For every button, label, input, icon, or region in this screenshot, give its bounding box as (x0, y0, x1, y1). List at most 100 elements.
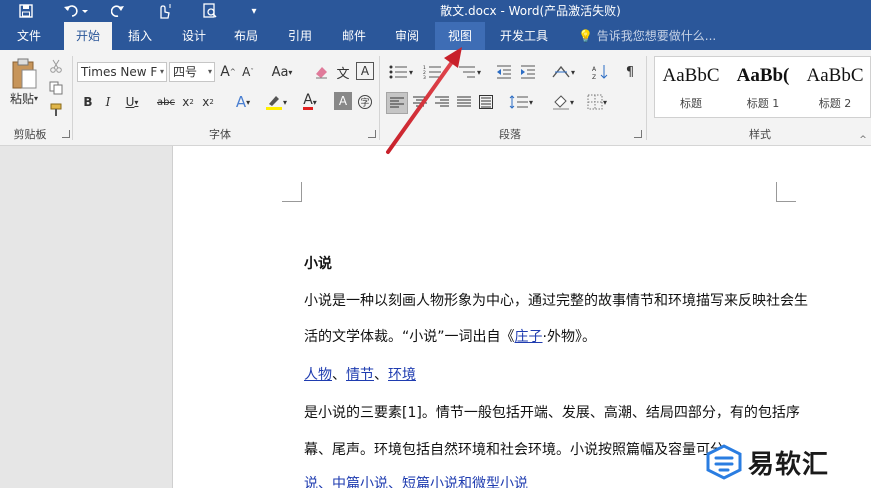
justify-icon[interactable] (454, 92, 474, 112)
tab-layout[interactable]: 布局 (222, 22, 270, 50)
shrink-font-icon[interactable]: Aˇ (239, 62, 257, 82)
font-name-value: Times New F (81, 65, 158, 79)
change-case-icon[interactable]: Aa ▾ (266, 62, 298, 82)
align-left-icon[interactable] (386, 92, 408, 114)
group-divider (646, 56, 647, 140)
numbering-icon[interactable]: 1 2 3 ▾ (420, 62, 450, 82)
crop-mark-left (282, 182, 302, 202)
style-name: 标题 2 (818, 97, 852, 110)
copy-icon[interactable] (46, 78, 66, 98)
separator: 、 (332, 367, 346, 383)
increase-indent-icon[interactable] (518, 62, 538, 82)
tell-me-text: 告诉我您想要做什么... (596, 29, 717, 43)
style-name: 标题 (680, 97, 702, 110)
window-title: 散文.docx - Word(产品激活失败) (440, 4, 621, 18)
format-painter-icon[interactable] (46, 100, 66, 120)
svg-text:3: 3 (423, 75, 426, 79)
text-run: ·外物》。 (542, 329, 596, 345)
decrease-indent-icon[interactable] (494, 62, 514, 82)
phonetic-guide-icon[interactable]: 文 (334, 62, 352, 82)
chinese-layout-icon[interactable]: ▾ (548, 62, 578, 82)
italic-icon[interactable]: I (100, 92, 116, 112)
show-marks-icon[interactable]: ¶ (620, 62, 640, 82)
paragraph-line: 活的文学体裁。“小说”一词出自《庄子·外物》。 (304, 326, 596, 346)
tab-insert[interactable]: 插入 (116, 22, 164, 50)
text-run: 活的文学体裁。“小说”一词出自《 (304, 329, 515, 345)
link-renwu[interactable]: 人物 (304, 367, 332, 383)
tab-developer[interactable]: 开发工具 (490, 22, 558, 50)
link-zhuangzi[interactable]: 庄子 (515, 329, 543, 345)
paragraph-launcher-icon[interactable] (634, 130, 642, 138)
borders-icon[interactable]: ▾ (582, 92, 612, 112)
style-sample: AaBbC (662, 65, 720, 86)
style-heading-1[interactable]: AaBb( 标题 1 (727, 57, 799, 117)
watermark-logo: 易软汇 (700, 438, 871, 488)
superscript-icon[interactable]: x2 (200, 92, 216, 112)
style-sample: AaBbC (806, 65, 864, 86)
font-color-icon[interactable]: A ▾ (296, 92, 324, 112)
distributed-icon[interactable] (476, 92, 496, 112)
character-shading-icon[interactable]: A (334, 92, 352, 110)
paragraph-line: 是小说的三要素[1]。情节一般包括开端、发展、高潮、结局四部分，有的包括序 (304, 405, 800, 421)
align-center-icon[interactable] (410, 92, 430, 112)
style-heading-2[interactable]: AaBbC 标题 2 (799, 57, 871, 117)
sort-icon[interactable]: AZ (590, 62, 610, 82)
subscript-icon[interactable]: x2 (180, 92, 196, 112)
link-huanjing[interactable]: 环境 (388, 367, 416, 383)
font-size-combo[interactable]: 四号 ▾ (169, 62, 215, 82)
svg-text:Z: Z (592, 74, 596, 80)
group-divider (379, 56, 380, 140)
cut-icon[interactable] (46, 56, 66, 76)
bullets-icon[interactable]: ▾ (386, 62, 416, 82)
grow-font-icon[interactable]: A ^ (219, 62, 237, 82)
doc-heading: 小说 (304, 256, 332, 272)
clipboard-launcher-icon[interactable] (62, 130, 70, 138)
tab-view[interactable]: 视图 (435, 22, 485, 50)
tell-me-box[interactable]: 💡 告诉我您想要做什么... (578, 22, 716, 50)
tab-file[interactable]: 文件 (0, 22, 58, 50)
ribbon-home: 粘贴 ▾ 剪贴板 Times New F ▾ 四号 ▾ A ^ Aˇ Aa ▾ 文 A B… (0, 50, 871, 146)
underline-icon[interactable]: U ▾ (120, 92, 144, 112)
line-spacing-icon[interactable]: ▾ (506, 92, 536, 112)
style-name: 标题 1 (746, 97, 780, 110)
link-qingjie[interactable]: 情节 (346, 367, 374, 383)
tab-references[interactable]: 引用 (276, 22, 324, 50)
clipboard-group-label: 剪贴板 (13, 128, 47, 141)
document-page[interactable]: 小说 小说是一种以刻画人物形象为中心，通过完整的故事情节和环境描写来反映社会生 … (172, 146, 871, 488)
paragraph-line: 幕、尾声。环境包括自然环境和社会环境。小说按照篇幅及容量可分 (304, 442, 724, 458)
svg-text:A: A (592, 66, 597, 73)
highlight-icon[interactable]: ▾ (262, 92, 290, 112)
enclose-characters-icon[interactable]: 字 (356, 92, 374, 112)
paragraph-line: 小说是一种以刻画人物形象为中心，通过完整的故事情节和环境描写来反映社会生 (304, 293, 808, 309)
align-right-icon[interactable] (432, 92, 452, 112)
paragraph-line: 说、中篇小说、短篇小说和微型小说 (304, 476, 528, 488)
paste-button[interactable]: 粘贴 ▾ (6, 88, 42, 108)
tab-home[interactable]: 开始 (64, 22, 112, 50)
paste-label: 粘贴 (9, 91, 34, 106)
font-launcher-icon[interactable] (368, 130, 376, 138)
tab-design[interactable]: 设计 (170, 22, 218, 50)
font-group-label: 字体 (209, 128, 231, 141)
tab-review[interactable]: 审阅 (383, 22, 431, 50)
paragraph-line: 人物、情节、环境 (304, 364, 416, 384)
style-title[interactable]: AaBbC 标题 (655, 57, 727, 117)
strikethrough-icon[interactable]: abc (156, 92, 176, 112)
logo-icon (706, 444, 742, 480)
font-size-value: 四号 (173, 65, 198, 79)
clear-formatting-icon[interactable] (312, 62, 330, 82)
shading-icon[interactable]: ▾ (548, 92, 578, 112)
paragraph-group-label: 段落 (499, 128, 521, 141)
chevron-down-icon: ▾ (207, 67, 212, 76)
svg-text:字: 字 (360, 97, 369, 109)
tab-mailings[interactable]: 邮件 (330, 22, 378, 50)
style-sample: AaBb( (736, 65, 790, 86)
text-effects-icon[interactable]: A ▾ (230, 92, 256, 112)
ribbon-tabs: 文件 开始 插入 设计 布局 引用 邮件 审阅 视图 开发工具 💡 告诉我您想要… (0, 22, 871, 50)
multilevel-list-icon[interactable]: ▾ (454, 62, 484, 82)
bold-icon[interactable]: B (80, 92, 96, 112)
styles-gallery: AaBbC 标题 AaBb( 标题 1 AaBbC 标题 2 (654, 56, 871, 118)
font-name-combo[interactable]: Times New F ▾ (77, 62, 167, 82)
character-border-icon[interactable]: A (356, 62, 374, 80)
chevron-down-icon: ▾ (159, 67, 164, 76)
styles-group-label: 样式 (749, 128, 771, 141)
